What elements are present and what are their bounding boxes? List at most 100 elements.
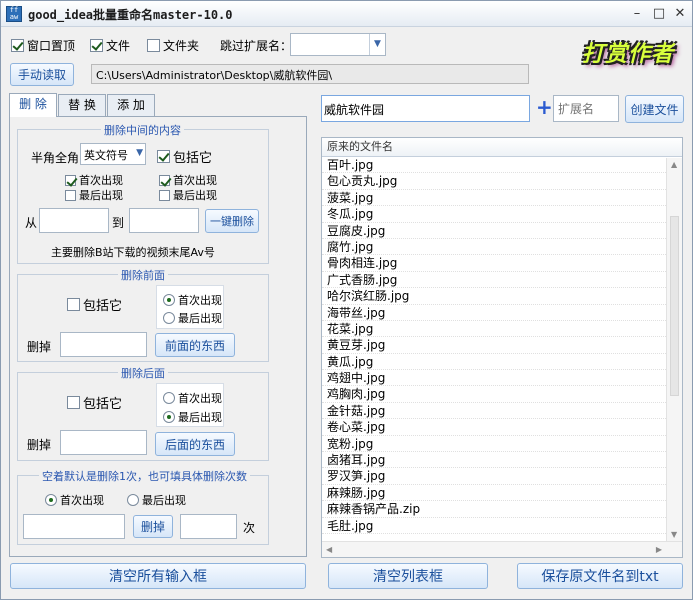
list-item[interactable]: 毛肚.jpg	[322, 518, 682, 534]
count-first-radio[interactable]: 首次出现	[45, 492, 104, 508]
plus-icon: +	[536, 95, 553, 119]
back-delete-button[interactable]: 后面的东西	[155, 432, 235, 456]
list-item[interactable]: 黄豆芽.jpg	[322, 337, 682, 354]
count-delete-button[interactable]: 删掉	[133, 515, 173, 538]
list-item[interactable]: 腐竹.jpg	[322, 239, 682, 256]
scroll-right-icon[interactable]: ▶	[656, 545, 662, 554]
list-item[interactable]: 哈尔滨红肠.jpg	[322, 288, 682, 305]
front-delete-button[interactable]: 前面的东西	[155, 333, 235, 357]
list-item[interactable]: 金针菇.jpg	[322, 403, 682, 420]
create-file-button[interactable]: 创建文件	[625, 95, 684, 123]
list-item[interactable]: 豆腐皮.jpg	[322, 223, 682, 239]
front-last-radio[interactable]: 最后出现	[163, 310, 222, 326]
list-item[interactable]: 百叶.jpg	[322, 157, 682, 174]
middle-left-last-checkbox[interactable]: 最后出现	[65, 187, 123, 203]
to-input[interactable]	[129, 208, 199, 233]
list-item[interactable]: 宽粉.jpg	[322, 436, 682, 453]
skip-ext-dropdown[interactable]: ▼	[290, 33, 386, 56]
list-item[interactable]: 麻辣香锅产品.zip	[322, 501, 682, 518]
count-times-input[interactable]	[180, 514, 237, 539]
checkbox-box[interactable]	[65, 174, 76, 186]
checkbox-box[interactable]	[147, 39, 160, 52]
file-checkbox[interactable]: 文件	[90, 37, 130, 54]
chevron-down-icon[interactable]: ▼	[136, 148, 143, 158]
list-item[interactable]: 鸡翅中.jpg	[322, 370, 682, 387]
count-last-radio[interactable]: 最后出现	[127, 492, 186, 508]
donate-author-logo[interactable]: 打赏作者	[573, 37, 683, 73]
list-item[interactable]: 花菜.jpg	[322, 321, 682, 338]
vertical-scrollbar[interactable]: ▲ ▼	[666, 158, 682, 541]
checkbox-box[interactable]	[65, 189, 76, 201]
manual-read-button[interactable]: 手动读取	[10, 63, 74, 86]
checkbox-box[interactable]	[67, 396, 80, 409]
list-column-header[interactable]: 原来的文件名	[322, 138, 682, 157]
symbol-select[interactable]: 英文符号 ▼	[80, 143, 146, 165]
count-times-label: 次	[243, 521, 256, 535]
list-item[interactable]: 冬瓜.jpg	[322, 206, 682, 223]
scroll-left-icon[interactable]: ◀	[326, 545, 332, 554]
checkbox-box[interactable]	[67, 298, 80, 311]
middle-right-first-checkbox[interactable]: 首次出现	[159, 172, 217, 188]
list-item[interactable]: 麻辣肠.jpg	[322, 485, 682, 502]
tab-replace[interactable]: 替 换	[58, 94, 106, 116]
radio-dot[interactable]	[163, 312, 175, 324]
front-first-radio[interactable]: 首次出现	[163, 292, 222, 308]
checkbox-box[interactable]	[90, 39, 103, 52]
horizontal-scrollbar[interactable]: ◀ ▶	[322, 541, 682, 557]
extension-input[interactable]	[553, 95, 619, 122]
back-include-checkbox[interactable]: 包括它	[67, 393, 122, 412]
middle-right-last-label: 最后出现	[173, 189, 217, 202]
one-click-delete-button[interactable]: 一键删除	[205, 209, 259, 233]
chevron-down-icon[interactable]: ▼	[369, 34, 385, 55]
scroll-up-icon[interactable]: ▲	[671, 160, 677, 169]
radio-dot[interactable]	[163, 294, 175, 306]
radio-dot[interactable]	[163, 411, 175, 423]
file-list[interactable]: 原来的文件名 百叶.jpg 包心贡丸.jpg 菠菜.jpg 冬瓜.jpg 豆腐皮.jpg…	[321, 137, 683, 558]
front-include-checkbox[interactable]: 包括它	[67, 295, 122, 314]
radio-dot[interactable]	[127, 494, 139, 506]
folder-checkbox[interactable]: 文件夹	[147, 37, 199, 54]
minimize-icon[interactable]: –	[628, 5, 646, 23]
back-delete-input[interactable]	[60, 430, 147, 455]
front-delete-input[interactable]	[60, 332, 147, 357]
scroll-down-icon[interactable]: ▼	[671, 530, 677, 539]
list-item[interactable]: 广式香肠.jpg	[322, 272, 682, 289]
list-item[interactable]: 卤猪耳.jpg	[322, 452, 682, 469]
list-item[interactable]: 骨肉相连.jpg	[322, 255, 682, 272]
checkbox-box[interactable]	[159, 174, 170, 186]
clear-list-button[interactable]: 清空列表框	[328, 563, 488, 589]
tab-delete[interactable]: 删 除	[9, 93, 57, 117]
clear-inputs-button[interactable]: 清空所有输入框	[10, 563, 306, 589]
scroll-thumb[interactable]	[670, 216, 679, 396]
list-item[interactable]: 黄瓜.jpg	[322, 354, 682, 371]
list-item[interactable]: 海带丝.jpg	[322, 305, 682, 321]
list-item[interactable]: 鸡胸肉.jpg	[322, 386, 682, 403]
close-icon[interactable]: ✕	[671, 5, 689, 23]
from-input[interactable]	[39, 208, 109, 233]
radio-dot[interactable]	[163, 392, 175, 404]
checkbox-box[interactable]	[157, 150, 170, 163]
list-item[interactable]: 菠菜.jpg	[322, 190, 682, 207]
middle-right-last-checkbox[interactable]: 最后出现	[159, 187, 217, 203]
save-txt-button[interactable]: 保存原文件名到txt	[517, 563, 683, 589]
back-first-radio[interactable]: 首次出现	[163, 390, 222, 406]
list-item[interactable]: 包心贡丸.jpg	[322, 173, 682, 190]
middle-left-last-label: 最后出现	[79, 189, 123, 202]
front-delete-label: 删掉	[27, 340, 52, 354]
tab-add[interactable]: 添 加	[107, 94, 155, 116]
middle-right-first-label: 首次出现	[173, 174, 217, 187]
title-bar[interactable]: ff aw good_idea批量重命名master-10.0 – □ ✕	[1, 1, 692, 27]
back-last-radio[interactable]: 最后出现	[163, 409, 222, 425]
extension-field[interactable]	[554, 96, 618, 121]
middle-include-checkbox[interactable]: 包括它	[157, 147, 212, 166]
list-item[interactable]: 罗汉笋.jpg	[322, 468, 682, 485]
radio-dot[interactable]	[45, 494, 57, 506]
checkbox-box[interactable]	[159, 189, 170, 201]
list-item[interactable]: 卷心菜.jpg	[322, 419, 682, 436]
maximize-icon[interactable]: □	[650, 5, 668, 23]
middle-left-first-checkbox[interactable]: 首次出现	[65, 172, 123, 188]
top-window-checkbox[interactable]: 窗口置顶	[11, 37, 75, 54]
folder-name-input[interactable]: 威航软件园	[321, 95, 530, 122]
count-text-input[interactable]	[23, 514, 125, 539]
checkbox-box[interactable]	[11, 39, 24, 52]
